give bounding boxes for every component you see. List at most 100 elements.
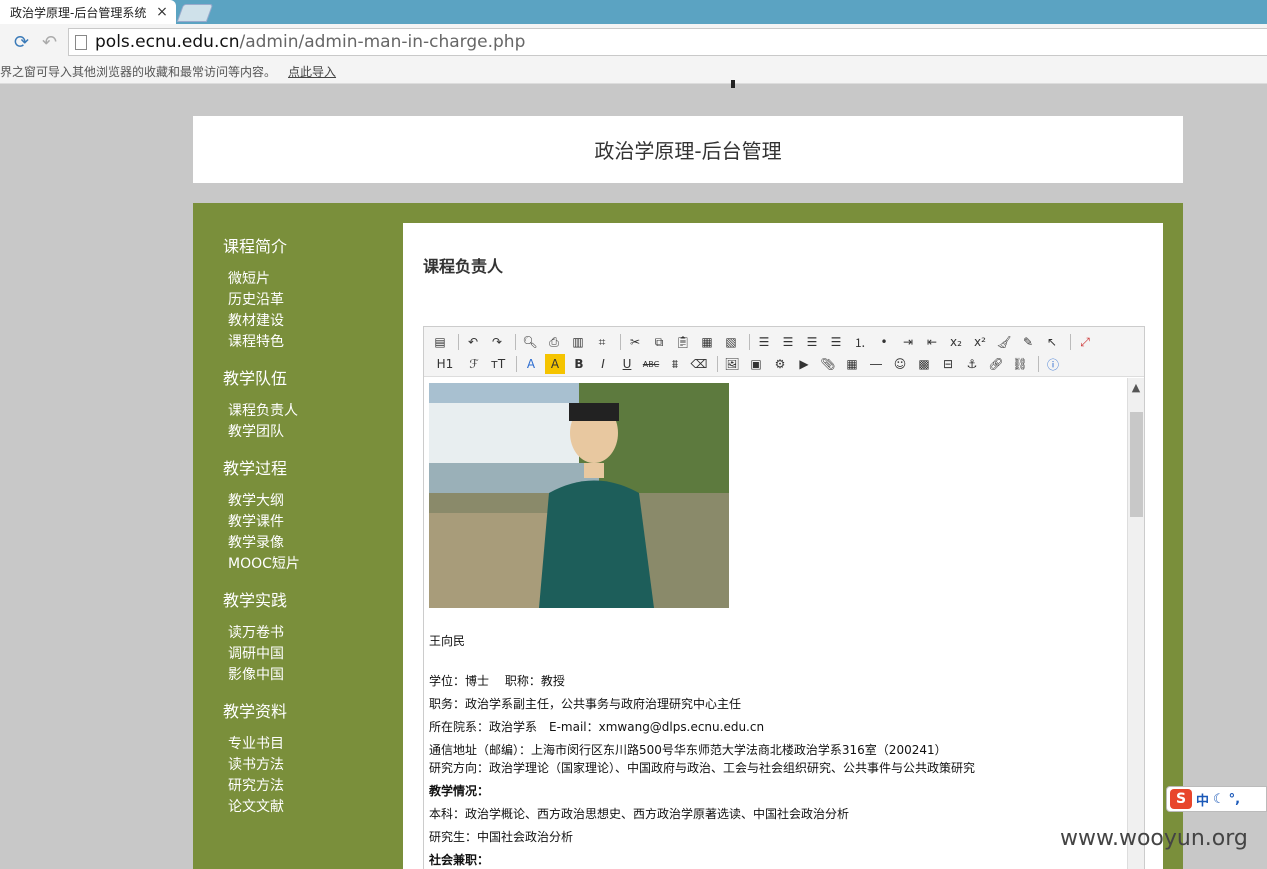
align-justify-icon[interactable]: ☰ xyxy=(826,332,846,352)
undo-icon[interactable]: ↶ xyxy=(42,32,57,53)
chevron-up-icon[interactable]: ▲ xyxy=(1128,378,1144,398)
unordered-list-icon[interactable]: • xyxy=(874,332,894,352)
scroll-thumb[interactable] xyxy=(1130,412,1143,517)
sidebar-item[interactable]: 影像中国 xyxy=(223,665,393,686)
insert-flash-icon[interactable]: ⚙ xyxy=(770,354,790,374)
url-host: pols.ecnu.edu.cn xyxy=(95,32,240,52)
sidebar-item[interactable]: 教学录像 xyxy=(223,533,393,554)
redo-icon[interactable]: ↷ xyxy=(487,332,507,352)
paste-text-icon[interactable]: ▦ xyxy=(697,332,717,352)
sidebar-item[interactable]: 历史沿革 xyxy=(223,290,393,311)
editor-toolbar: ▤ ↶ ↷ 🔍︎ ⎙ ▥ ⌗ ✂ ⧉ 📋︎ ▦ ▧ ☰ ☰ ☰ ☰ ⒈ • ⇥ … xyxy=(424,327,1144,377)
ordered-list-icon[interactable]: ⒈ xyxy=(850,332,870,352)
indent-icon[interactable]: ⇥ xyxy=(898,332,918,352)
moon-icon[interactable]: ☾ xyxy=(1213,792,1225,807)
copy-icon[interactable]: ⧉ xyxy=(649,332,669,352)
page-header: 政治学原理-后台管理 xyxy=(193,116,1183,183)
ime-lang[interactable]: 中 xyxy=(1196,790,1209,809)
sidebar-heading[interactable]: 教学过程 xyxy=(223,457,393,481)
align-center-icon[interactable]: ☰ xyxy=(778,332,798,352)
toolbar-row-1: ▤ ↶ ↷ 🔍︎ ⎙ ▥ ⌗ ✂ ⧉ 📋︎ ▦ ▧ ☰ ☰ ☰ ☰ ⒈ • ⇥ … xyxy=(430,331,1138,353)
new-tab-button[interactable] xyxy=(176,4,214,22)
strikethrough-button[interactable]: ABC xyxy=(641,354,661,374)
editor-scrollbar[interactable]: ▲ xyxy=(1127,378,1144,869)
divider xyxy=(516,356,517,372)
undo-icon[interactable]: ↶ xyxy=(463,332,483,352)
sidebar-item[interactable]: 教材建设 xyxy=(223,311,393,332)
sidebar-heading[interactable]: 教学资料 xyxy=(223,700,393,724)
select-all-icon[interactable]: ↖ xyxy=(1042,332,1062,352)
clear-format-icon[interactable]: 🧹︎ xyxy=(994,332,1014,352)
template-icon[interactable]: ▥ xyxy=(568,332,588,352)
rich-text-editor[interactable]: ▤ ↶ ↷ 🔍︎ ⎙ ▥ ⌗ ✂ ⧉ 📋︎ ▦ ▧ ☰ ☰ ☰ ☰ ⒈ • ⇥ … xyxy=(423,326,1145,869)
subscript-icon[interactable]: x₂ xyxy=(946,332,966,352)
bold-button[interactable]: B xyxy=(569,354,589,374)
emoji-icon[interactable]: ☺ xyxy=(890,354,910,374)
sidebar-item[interactable]: 课程负责人 xyxy=(223,401,393,422)
refresh-icon[interactable]: ⟳ xyxy=(14,32,29,53)
browser-tab[interactable]: 政治学原理-后台管理系统 × xyxy=(0,0,176,24)
sidebar-group-practice: 教学实践 读万卷书 调研中国 影像中国 xyxy=(223,589,393,686)
sidebar-item[interactable]: 课程特色 xyxy=(223,332,393,353)
address-bar[interactable]: pols.ecnu.edu.cn/admin/admin-man-in-char… xyxy=(68,28,1267,56)
align-right-icon[interactable]: ☰ xyxy=(802,332,822,352)
sidebar-item[interactable]: 微短片 xyxy=(223,269,393,290)
font-size-select[interactable]: тT xyxy=(488,354,508,374)
print-icon[interactable]: ⎙ xyxy=(544,332,564,352)
divider xyxy=(620,334,621,350)
heading-select[interactable]: H1 xyxy=(430,354,460,374)
sidebar-item[interactable]: MOOC短片 xyxy=(223,554,393,575)
code-icon[interactable]: ⌗ xyxy=(592,332,612,352)
page-icon xyxy=(75,34,87,50)
unlink-icon[interactable]: ⛓ xyxy=(1010,354,1030,374)
sidebar-item[interactable]: 调研中国 xyxy=(223,644,393,665)
insert-video-icon[interactable]: ▶ xyxy=(794,354,814,374)
cut-icon[interactable]: ✂ xyxy=(625,332,645,352)
italic-button[interactable]: I xyxy=(593,354,613,374)
sidebar-heading[interactable]: 教学实践 xyxy=(223,589,393,613)
punctuation-icon[interactable]: °, xyxy=(1229,792,1240,807)
outdent-icon[interactable]: ⇤ xyxy=(922,332,942,352)
link-icon[interactable]: 🔗︎ xyxy=(986,354,1006,374)
import-link[interactable]: 点此导入 xyxy=(288,63,336,80)
map-icon[interactable]: ▩ xyxy=(914,354,934,374)
sidebar-item[interactable]: 专业书目 xyxy=(223,734,393,755)
source-icon[interactable]: ▤ xyxy=(430,332,450,352)
preview-icon[interactable]: 🔍︎ xyxy=(520,332,540,352)
sidebar-item[interactable]: 教学团队 xyxy=(223,422,393,443)
page-break-icon[interactable]: ⊟ xyxy=(938,354,958,374)
sidebar-item[interactable]: 论文文献 xyxy=(223,797,393,818)
superscript-icon[interactable]: x² xyxy=(970,332,990,352)
insert-table-icon[interactable]: ▦ xyxy=(842,354,862,374)
sidebar-item[interactable]: 教学课件 xyxy=(223,512,393,533)
line-height-icon[interactable]: ⩩ xyxy=(665,354,685,374)
sidebar-heading[interactable]: 教学队伍 xyxy=(223,367,393,391)
attachment-icon[interactable]: 📎︎ xyxy=(818,354,838,374)
paste-icon[interactable]: 📋︎ xyxy=(673,332,693,352)
align-left-icon[interactable]: ☰ xyxy=(754,332,774,352)
insert-media-icon[interactable]: ▣ xyxy=(746,354,766,374)
fullscreen-icon[interactable]: ⤢ xyxy=(1075,332,1095,352)
divider xyxy=(515,334,516,350)
insert-image-icon[interactable]: 🖼︎ xyxy=(722,354,742,374)
highlight-button[interactable]: A xyxy=(545,354,565,374)
sidebar-group-team: 教学队伍 课程负责人 教学团队 xyxy=(223,367,393,443)
close-icon[interactable]: × xyxy=(154,4,170,20)
help-icon[interactable]: ⓘ xyxy=(1043,354,1063,374)
sidebar-item[interactable]: 读书方法 xyxy=(223,755,393,776)
sidebar-item[interactable]: 研究方法 xyxy=(223,776,393,797)
sidebar-heading[interactable]: 课程简介 xyxy=(223,235,393,259)
insert-hr-icon[interactable]: ― xyxy=(866,354,886,374)
ime-toolbar[interactable]: S 中 ☾ °, xyxy=(1166,786,1267,812)
font-color-button[interactable]: A xyxy=(521,354,541,374)
eraser-icon[interactable]: ⌫ xyxy=(689,354,709,374)
font-family-select[interactable]: ℱ xyxy=(464,354,484,374)
format-painter-icon[interactable]: ✎ xyxy=(1018,332,1038,352)
sidebar-item[interactable]: 读万卷书 xyxy=(223,623,393,644)
paste-word-icon[interactable]: ▧ xyxy=(721,332,741,352)
underline-button[interactable]: U xyxy=(617,354,637,374)
sidebar-item[interactable]: 教学大纲 xyxy=(223,491,393,512)
anchor-icon[interactable]: ⚓ xyxy=(962,354,982,374)
editor-body[interactable]: 王向民 学位：博士 职称：教授 职务：政治学系副主任，公共事务与政府治理研究中心… xyxy=(424,378,1128,869)
sidebar-group-materials: 教学资料 专业书目 读书方法 研究方法 论文文献 xyxy=(223,700,393,818)
